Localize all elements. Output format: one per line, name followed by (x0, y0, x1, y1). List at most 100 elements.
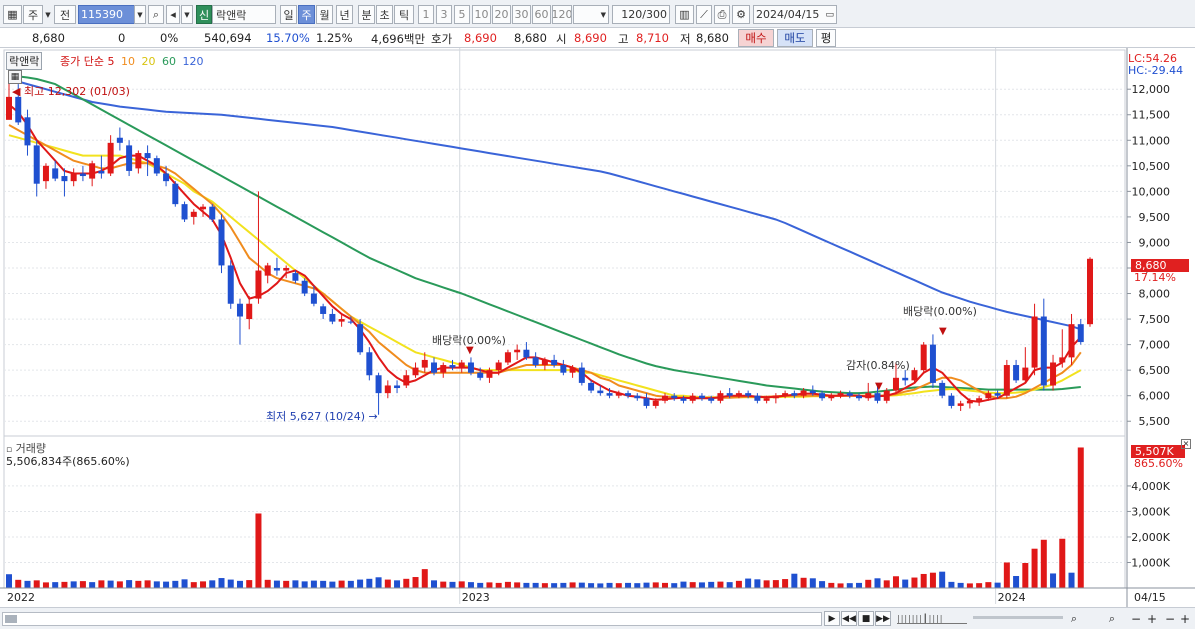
volume-bar (809, 578, 816, 588)
increase-icon[interactable]: + (1177, 611, 1193, 626)
minus-icon[interactable]: − (1128, 611, 1144, 626)
candle-body (652, 400, 659, 406)
candle-body (929, 344, 936, 383)
capital-reduction-arrow-icon: ▼ (875, 381, 883, 392)
settings-gear-icon[interactable]: ⚙ (732, 5, 750, 24)
table-icon[interactable]: ▦ (8, 70, 22, 84)
close-pane-icon[interactable]: × (1181, 439, 1191, 449)
minute-120[interactable]: 120 (552, 5, 572, 24)
volume-bar (754, 579, 761, 588)
candle-body (24, 117, 31, 146)
scroll-first-icon[interactable]: ◀◀ (841, 611, 857, 626)
speaker-dropdown-icon[interactable]: ▼ (181, 5, 193, 24)
zoom-slider[interactable]: |||||||┃|||| (897, 614, 967, 624)
ma-legend[interactable]: 종가 단순 5 10 20 60 120 (60, 53, 203, 69)
period-week[interactable]: 주 (298, 5, 315, 24)
candle-body (523, 349, 530, 358)
period-month[interactable]: 월 (316, 5, 333, 24)
volume-bar (828, 582, 835, 588)
scroll-last-icon[interactable]: ▶▶ (875, 611, 891, 626)
date-field[interactable]: 2024/04/15 ▭ (753, 5, 837, 24)
volume-bar (440, 581, 447, 588)
annotation-dividend-2: 배당락(0.00%) (903, 305, 977, 318)
all-button[interactable]: 전 (54, 5, 76, 24)
minute-1[interactable]: 1 (418, 5, 434, 24)
candle-body (994, 393, 1001, 396)
plus-icon[interactable]: + (1144, 611, 1160, 626)
horizontal-scrollbar[interactable] (2, 612, 822, 626)
stop-icon[interactable]: ■ (858, 611, 874, 626)
volume-bar (1077, 447, 1084, 588)
period-minute[interactable]: 분 (358, 5, 375, 24)
count-field[interactable]: 120/300 (612, 5, 670, 24)
draw-tool-icon[interactable]: ⟋ (696, 5, 712, 24)
ma-legend-prefix: 종가 단순 (60, 55, 104, 68)
candle-body (421, 359, 428, 368)
minute-5[interactable]: 5 (454, 5, 470, 24)
candle-body (560, 365, 567, 373)
candle-body (726, 393, 733, 396)
candlestick-series (6, 73, 1093, 415)
low-price: 8,680 (696, 31, 729, 45)
stock-code-input[interactable]: 115390 (78, 5, 136, 24)
volume-value: 540,694 (204, 31, 252, 45)
minute-20[interactable]: 20 (492, 5, 511, 24)
candle-body (689, 395, 696, 401)
candle-type-icon[interactable]: ▥ (675, 5, 694, 24)
period-tick[interactable]: 틱 (394, 5, 414, 24)
candle-body (209, 206, 216, 220)
candle-body (865, 393, 872, 399)
minute-3[interactable]: 3 (436, 5, 452, 24)
search-icon[interactable]: ⌕ (148, 5, 164, 24)
ma-legend-10: 10 (120, 55, 135, 68)
chevron-down-icon[interactable]: ▼ (44, 5, 52, 24)
volume-bar (218, 578, 225, 588)
eval-button[interactable]: 평 (816, 29, 836, 47)
candle-body (846, 393, 853, 396)
volume-bar (883, 580, 890, 588)
minute-60[interactable]: 60 (532, 5, 551, 24)
zoom-track[interactable] (973, 616, 1063, 619)
scroll-right-icon[interactable]: ▶ (824, 611, 840, 626)
zoom-out-icon[interactable]: ⌕ (1066, 611, 1082, 626)
candle-body (200, 206, 207, 210)
candle-body (79, 173, 86, 177)
candle-body (449, 365, 456, 368)
volume-bar (717, 581, 724, 588)
price-axis-label: 5,500 (1139, 415, 1171, 428)
sell-button[interactable]: 매도 (777, 29, 813, 47)
volume-bar (902, 579, 909, 588)
stock-name-field[interactable]: 락앤락 (212, 5, 276, 24)
volume-axis-label: 3,000K (1131, 505, 1170, 518)
candle-body (181, 204, 188, 220)
candle-body (42, 165, 49, 182)
volume-bar (236, 580, 243, 588)
chart-menu-icon[interactable]: ▦ (3, 5, 22, 24)
calendar-icon[interactable]: ▭ (825, 10, 834, 20)
period-day[interactable]: 일 (280, 5, 297, 24)
minute-10[interactable]: 10 (472, 5, 491, 24)
order-button[interactable]: 주 (23, 5, 43, 24)
period-year[interactable]: 년 (336, 5, 353, 24)
price-pane-title[interactable]: 락앤락 (6, 52, 43, 70)
volume-bar (1050, 573, 1057, 588)
minute-30[interactable]: 30 (512, 5, 531, 24)
zoom-in-icon[interactable]: ⌕ (1104, 611, 1120, 626)
interval-select[interactable]: ▼ (573, 5, 609, 24)
volume-bar (273, 580, 280, 588)
scroll-thumb[interactable] (5, 615, 17, 623)
print-icon[interactable]: ⎙ (714, 5, 730, 24)
speaker-icon[interactable]: ◂ (166, 5, 180, 24)
volume-bar (495, 582, 502, 588)
ma-legend-120: 120 (182, 55, 204, 68)
buy-button[interactable]: 매수 (738, 29, 774, 47)
candle-body (966, 400, 973, 404)
candle-body (948, 395, 955, 406)
period-second[interactable]: 초 (376, 5, 393, 24)
decrease-icon[interactable]: − (1162, 611, 1178, 626)
ma-legend-60: 60 (161, 55, 176, 68)
candle-body (708, 398, 715, 401)
code-dropdown-icon[interactable]: ▼ (134, 5, 146, 24)
price-volume-chart[interactable]: 5,5006,0006,5007,0007,5008,0008,5009,000… (0, 48, 1195, 607)
candle-body (939, 382, 946, 396)
